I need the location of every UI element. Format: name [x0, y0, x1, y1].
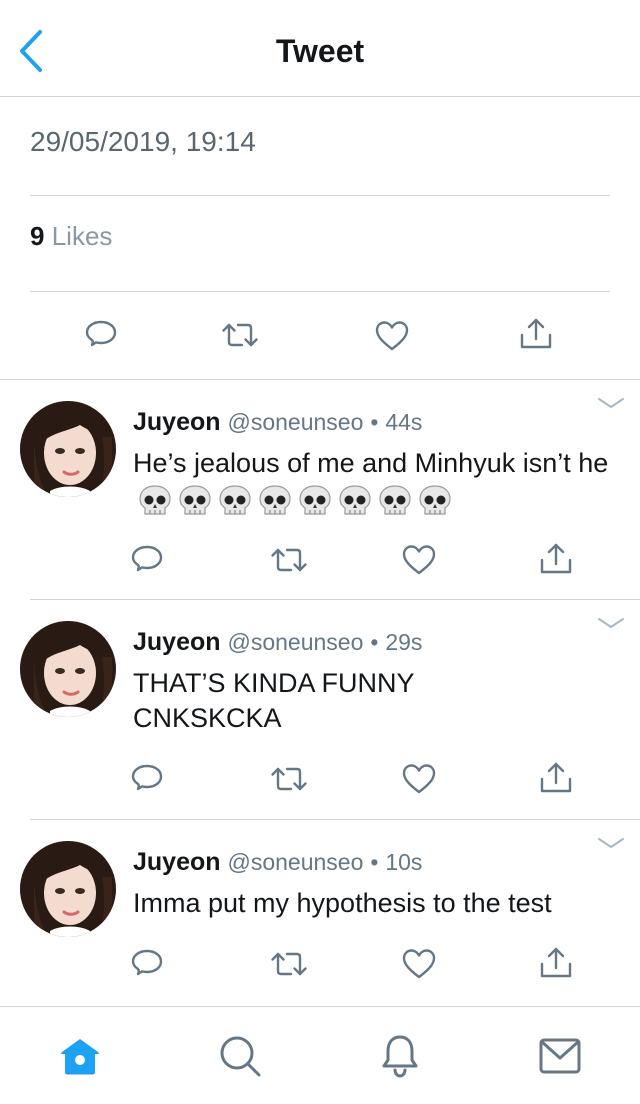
- retweet-icon[interactable]: [269, 762, 309, 796]
- share-icon[interactable]: [538, 760, 574, 796]
- reply-age: 10s: [385, 849, 423, 875]
- heart-icon[interactable]: [401, 947, 437, 981]
- mail-icon[interactable]: [538, 1037, 582, 1075]
- author-name: Juyeon: [133, 848, 221, 876]
- heart-icon[interactable]: [374, 319, 410, 353]
- skull-icon: [337, 484, 373, 518]
- reply-header: Juyeon @soneunseo • 44s: [133, 408, 422, 437]
- chevron-down-icon[interactable]: [596, 394, 626, 414]
- skull-icon: [177, 484, 213, 518]
- page-title: Tweet: [275, 33, 365, 69]
- separator-dot: •: [370, 629, 379, 655]
- reply-tweet[interactable]: Juyeon @soneunseo • 29s THAT’S KINDA FUN…: [0, 600, 640, 820]
- home-icon[interactable]: [58, 1035, 102, 1077]
- author-handle: @soneunseo: [227, 629, 364, 655]
- bell-icon[interactable]: [380, 1033, 420, 1079]
- skull-icon: [377, 484, 413, 518]
- author-handle: @soneunseo: [227, 849, 364, 875]
- share-icon[interactable]: [538, 541, 574, 577]
- separator-dot: •: [370, 409, 379, 435]
- reply-icon[interactable]: [130, 762, 164, 796]
- reply-tweet[interactable]: Juyeon @soneunseo • 10s Imma put my hypo…: [0, 820, 640, 1006]
- reply-header: Juyeon @soneunseo • 10s: [133, 848, 422, 877]
- reply-text: Imma put my hypothesis to the test: [133, 888, 552, 918]
- reply-icon[interactable]: [130, 947, 164, 981]
- tab-bar: [0, 1006, 640, 1104]
- share-icon[interactable]: [538, 945, 574, 981]
- tweet-timestamp: 29/05/2019, 19:14: [30, 126, 256, 157]
- likes-link[interactable]: 9 Likes: [30, 221, 112, 252]
- retweet-icon[interactable]: [220, 318, 260, 352]
- author-name: Juyeon: [133, 408, 221, 436]
- reply-header: Juyeon @soneunseo • 29s: [133, 628, 422, 657]
- author-handle: @soneunseo: [227, 409, 364, 435]
- skull-icon: [217, 484, 253, 518]
- share-icon[interactable]: [518, 316, 554, 352]
- avatar[interactable]: [20, 621, 116, 717]
- heart-icon[interactable]: [401, 762, 437, 796]
- skull-emoji-row: [133, 482, 453, 518]
- author-name: Juyeon: [133, 628, 221, 656]
- avatar[interactable]: [20, 841, 116, 937]
- separator-dot: •: [370, 849, 379, 875]
- chevron-down-icon[interactable]: [596, 614, 626, 634]
- reply-text-block: He’s jealous of me and Minhyuk isn’t he: [133, 446, 613, 518]
- skull-icon: [297, 484, 333, 518]
- search-icon[interactable]: [218, 1034, 262, 1078]
- retweet-icon[interactable]: [269, 543, 309, 577]
- reply-age: 29s: [385, 629, 423, 655]
- reply-icon[interactable]: [130, 543, 164, 577]
- reply-tweet[interactable]: Juyeon @soneunseo • 44s He’s jealous of …: [0, 380, 640, 600]
- divider: [30, 195, 610, 196]
- heart-icon[interactable]: [401, 543, 437, 577]
- likes-label: Likes: [51, 221, 113, 251]
- reply-text: He’s jealous of me and Minhyuk isn’t he: [133, 448, 609, 478]
- skull-icon: [137, 484, 173, 518]
- skull-icon: [257, 484, 293, 518]
- reply-age: 44s: [385, 409, 423, 435]
- chevron-down-icon[interactable]: [596, 834, 626, 854]
- reply-icon[interactable]: [84, 318, 118, 352]
- tweet-action-bar: [0, 292, 640, 380]
- skull-icon: [417, 484, 453, 518]
- retweet-icon[interactable]: [269, 947, 309, 981]
- likes-count: 9: [30, 221, 45, 251]
- reply-text: THAT’S KINDA FUNNY CNKSKCKA: [133, 668, 415, 733]
- avatar[interactable]: [20, 401, 116, 497]
- nav-bar: Tweet: [0, 0, 640, 97]
